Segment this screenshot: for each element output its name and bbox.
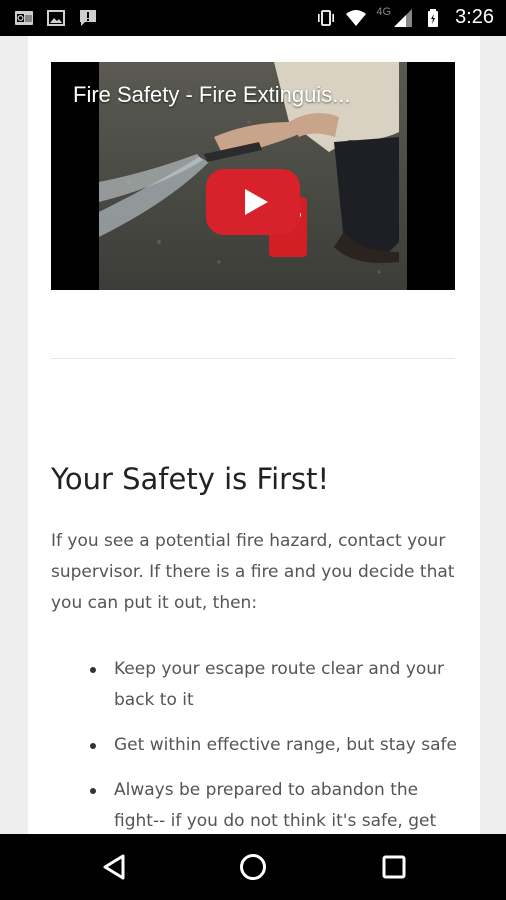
vibrate-icon — [318, 9, 335, 26]
battery-icon — [428, 8, 439, 27]
video-embed[interactable]: Fire Safety - Fire Extinguis... — [51, 62, 455, 290]
list-item: Get within effective range, but stay saf… — [51, 730, 461, 761]
notification-icons — [14, 8, 98, 28]
navigation-bar — [0, 834, 506, 900]
play-button[interactable] — [206, 169, 300, 235]
list-item: Keep your escape route clear and your ba… — [51, 654, 461, 716]
system-icons: 4G 3:26 — [316, 6, 494, 29]
image-icon — [47, 10, 65, 26]
section-divider — [51, 358, 455, 359]
video-title[interactable]: Fire Safety - Fire Extinguis... — [73, 82, 351, 108]
outlook-icon — [15, 11, 33, 25]
content-card: Fire Safety - Fire Extinguis... Your Saf… — [28, 36, 480, 834]
play-icon — [244, 189, 268, 215]
home-button[interactable] — [235, 849, 271, 885]
status-bar: 4G 3:26 — [0, 0, 506, 36]
home-icon — [240, 854, 266, 880]
web-page[interactable]: Fire Safety - Fire Extinguis... Your Saf… — [0, 36, 506, 834]
network-type-label: 4G — [376, 5, 392, 18]
safety-tips-list: Keep your escape route clear and your ba… — [51, 654, 461, 834]
section-heading: Your Safety is First! — [51, 462, 330, 496]
intro-paragraph: If you see a potential fire hazard, cont… — [51, 531, 455, 613]
clock: 3:26 — [455, 6, 494, 28]
signal-icon — [394, 8, 413, 27]
back-icon — [103, 854, 125, 880]
recents-button[interactable] — [376, 849, 412, 885]
back-button[interactable] — [96, 849, 132, 885]
list-item: Always be prepared to abandon the fight-… — [51, 775, 461, 834]
alert-message-icon — [80, 10, 96, 26]
recents-icon — [382, 855, 406, 879]
wifi-icon — [346, 9, 367, 26]
